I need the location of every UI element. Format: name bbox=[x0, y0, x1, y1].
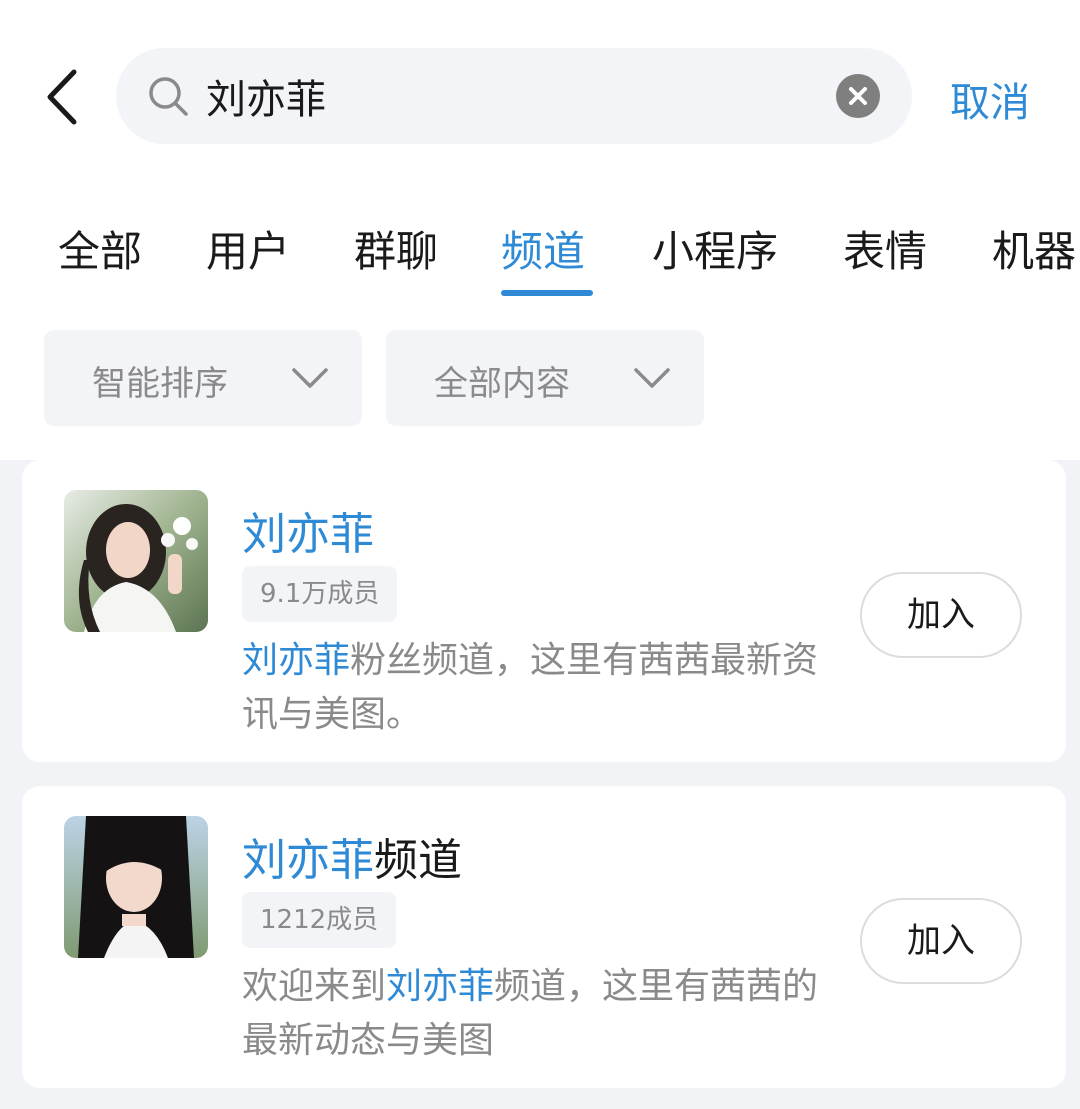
member-count-badge: 1212成员 bbox=[242, 892, 397, 948]
search-icon bbox=[149, 77, 188, 116]
desc-highlight: 刘亦菲 bbox=[242, 640, 351, 681]
chevron-left-icon bbox=[47, 69, 77, 125]
avatar-photo bbox=[64, 816, 208, 958]
channel-title[interactable]: 刘亦菲 bbox=[242, 498, 374, 562]
search-box[interactable] bbox=[116, 48, 912, 144]
channel-description: 欢迎来到刘亦菲频道，这里有茜茜的最新动态与美图 bbox=[242, 960, 832, 1068]
content-dropdown[interactable]: 全部内容 bbox=[386, 330, 704, 426]
channel-description: 刘亦菲粉丝频道，这里有茜茜最新资讯与美图。 bbox=[242, 634, 832, 742]
member-count-badge: 9.1万成员 bbox=[242, 566, 398, 622]
desc-pre: 欢迎来到 bbox=[242, 966, 387, 1007]
tab-users[interactable]: 用户 bbox=[206, 216, 290, 296]
back-button[interactable] bbox=[40, 66, 86, 128]
channel-title[interactable]: 刘亦菲频道 bbox=[242, 824, 462, 888]
channel-result-card[interactable]: 刘亦菲 9.1万成员 刘亦菲粉丝频道，这里有茜茜最新资讯与美图。 加入 bbox=[22, 460, 1066, 762]
search-input[interactable] bbox=[206, 62, 806, 130]
clear-button[interactable] bbox=[836, 74, 880, 118]
category-tabs: 全部 用户 群聊 频道 小程序 表情 机器 bbox=[0, 216, 1080, 296]
tab-mini-programs[interactable]: 小程序 bbox=[652, 216, 778, 296]
title-highlight: 刘亦菲 bbox=[242, 509, 374, 560]
chevron-down-icon bbox=[634, 368, 670, 388]
chevron-down-icon bbox=[292, 368, 328, 388]
cancel-button[interactable]: 取消 bbox=[950, 70, 1030, 128]
active-tab-indicator bbox=[501, 290, 593, 296]
tab-bots[interactable]: 机器 bbox=[992, 216, 1076, 296]
join-button[interactable]: 加入 bbox=[860, 572, 1022, 658]
title-highlight: 刘亦菲 bbox=[242, 835, 374, 886]
avatar[interactable] bbox=[64, 816, 208, 958]
clear-icon bbox=[849, 87, 867, 105]
avatar-photo bbox=[64, 490, 208, 632]
tab-groups[interactable]: 群聊 bbox=[354, 216, 438, 296]
search-header: 取消 bbox=[0, 0, 1080, 190]
avatar[interactable] bbox=[64, 490, 208, 632]
content-dropdown-label: 全部内容 bbox=[434, 364, 570, 404]
title-rest: 频道 bbox=[374, 835, 462, 886]
desc-highlight: 刘亦菲 bbox=[386, 966, 495, 1007]
sort-dropdown-label: 智能排序 bbox=[92, 364, 228, 404]
tab-stickers[interactable]: 表情 bbox=[843, 216, 927, 296]
sort-dropdown[interactable]: 智能排序 bbox=[44, 330, 362, 426]
search-page: 取消 全部 用户 群聊 频道 小程序 表情 机器 智能排序 全部内容 bbox=[0, 0, 1080, 1109]
join-button[interactable]: 加入 bbox=[860, 898, 1022, 984]
tab-channels[interactable]: 频道 bbox=[501, 216, 585, 296]
tab-all[interactable]: 全部 bbox=[58, 216, 142, 296]
channel-result-card[interactable]: 刘亦菲频道 1212成员 欢迎来到刘亦菲频道，这里有茜茜的最新动态与美图 加入 bbox=[22, 786, 1066, 1088]
